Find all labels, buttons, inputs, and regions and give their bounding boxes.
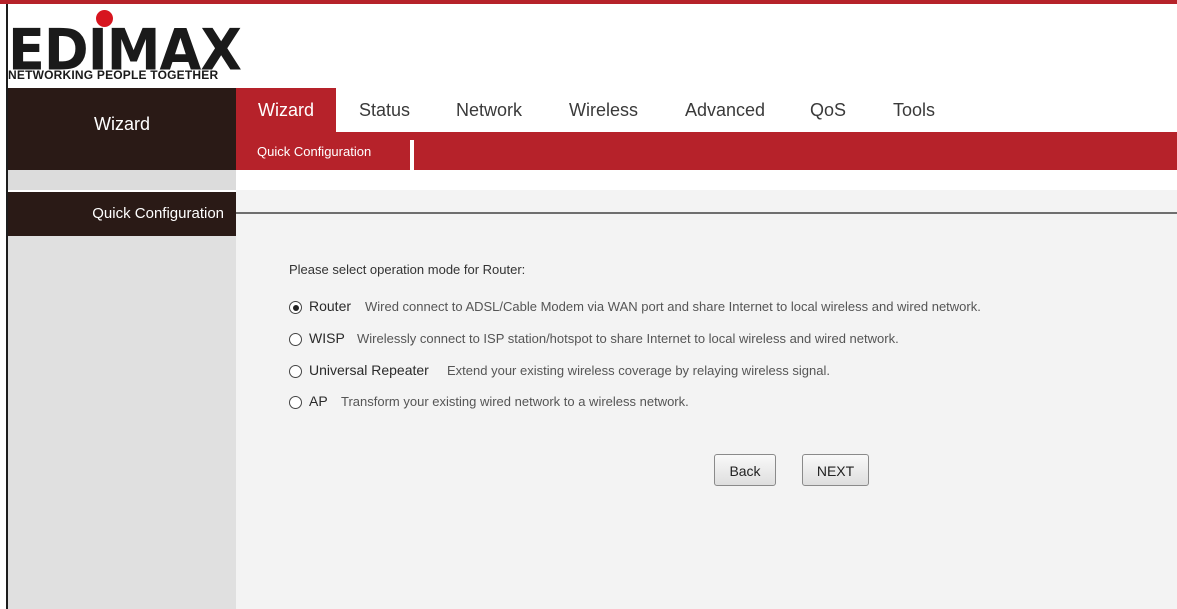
content-spacer <box>236 170 1177 190</box>
option-description: Extend your existing wireless coverage b… <box>447 363 830 378</box>
radio-wisp[interactable] <box>289 333 302 346</box>
content-divider <box>236 212 1177 214</box>
edimax-logo: EDIMAX NETWORKING PEOPLE TOGETHER <box>8 8 248 86</box>
option-description: Transform your existing wired network to… <box>341 394 689 409</box>
next-button[interactable]: NEXT <box>802 454 869 486</box>
sidebar-item-label: Quick Configuration <box>92 205 224 222</box>
tab-advanced[interactable]: Advanced <box>685 88 765 132</box>
top-accent-line <box>0 0 1177 4</box>
logo-tagline: NETWORKING PEOPLE TOGETHER <box>8 68 219 82</box>
tab-status[interactable]: Status <box>359 88 410 132</box>
option-name: Universal Repeater <box>309 362 429 378</box>
radio-universal-repeater[interactable] <box>289 365 302 378</box>
mode-prompt: Please select operation mode for Router: <box>289 262 526 277</box>
tab-network[interactable]: Network <box>456 88 522 132</box>
sidebar-header-label: Wizard <box>93 114 150 134</box>
subtab-quick-configuration[interactable]: Quick Configuration <box>257 144 371 159</box>
sidebar-item-quick-configuration[interactable]: Quick Configuration <box>8 192 236 236</box>
option-name: AP <box>309 393 328 409</box>
sidebar-body <box>8 236 236 609</box>
back-button[interactable]: Back <box>714 454 776 486</box>
option-description: Wired connect to ADSL/Cable Modem via WA… <box>365 299 981 314</box>
sidebar-header: Wizard <box>8 88 236 170</box>
tab-wizard[interactable]: Wizard <box>236 88 336 132</box>
option-description: Wirelessly connect to ISP station/hotspo… <box>357 331 899 346</box>
tab-wireless[interactable]: Wireless <box>569 88 638 132</box>
radio-router[interactable] <box>289 301 302 314</box>
radio-ap[interactable] <box>289 396 302 409</box>
sidebar-spacer <box>8 170 236 190</box>
subtab-separator <box>410 140 414 170</box>
tab-qos[interactable]: QoS <box>810 88 846 132</box>
option-name: Router <box>309 298 352 314</box>
main-nav: Wizard Status Network Wireless Advanced … <box>236 88 1177 132</box>
tab-tools[interactable]: Tools <box>893 88 935 132</box>
sub-nav: Quick Configuration <box>236 132 1177 170</box>
option-name: WISP <box>309 330 345 346</box>
